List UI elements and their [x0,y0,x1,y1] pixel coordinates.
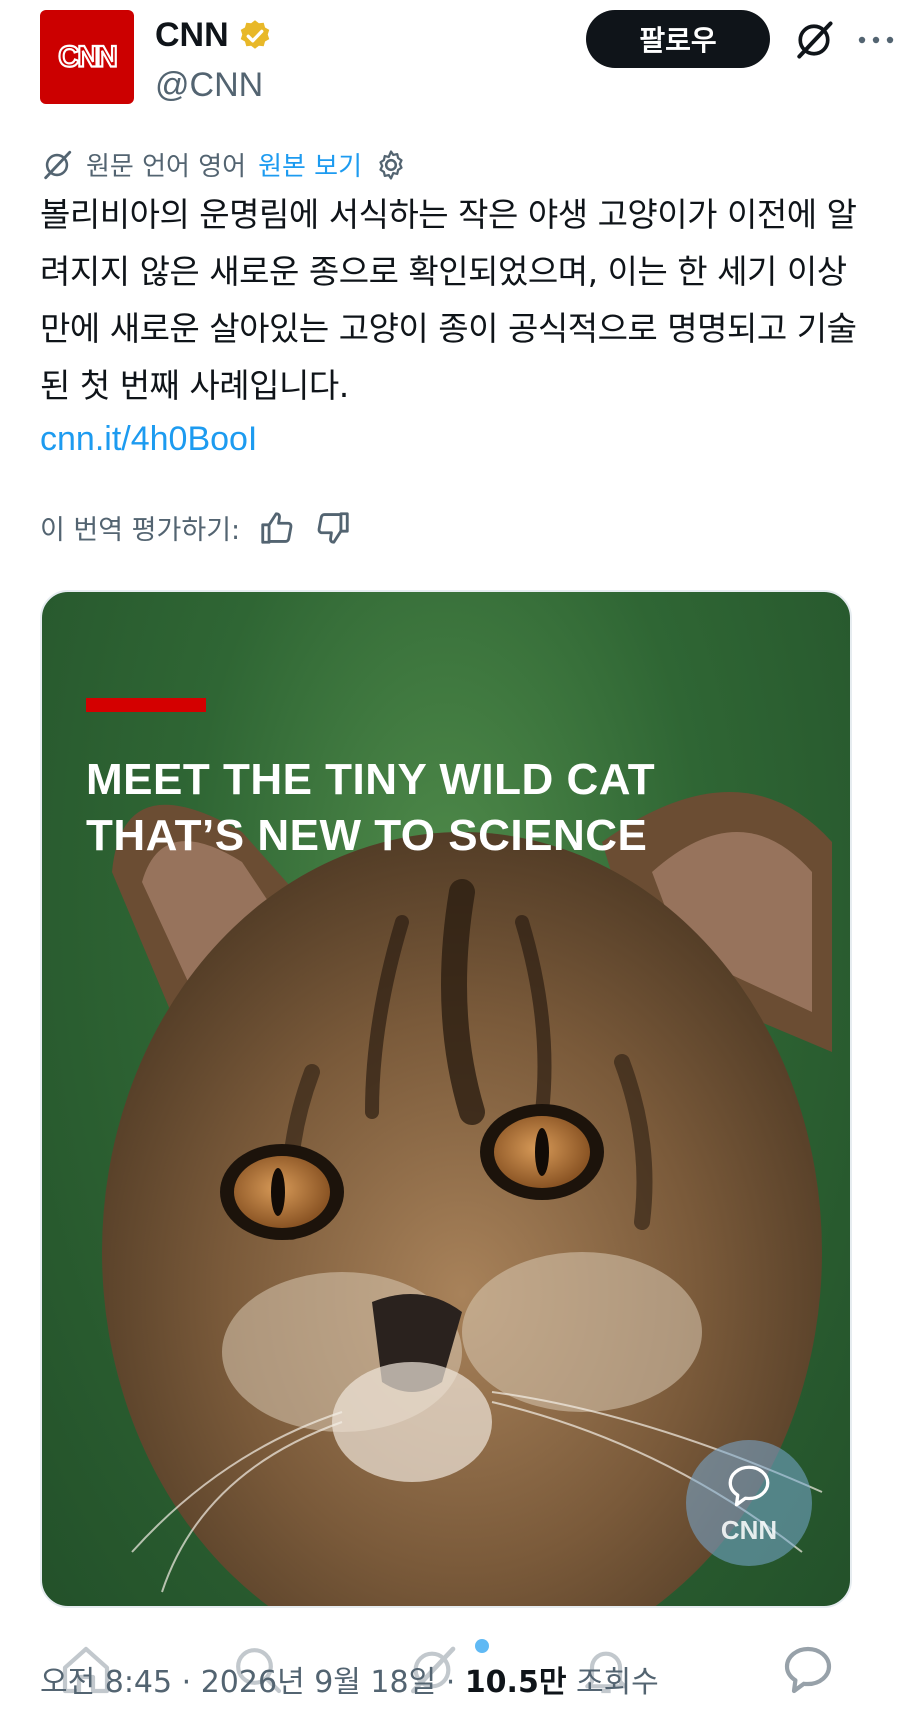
chat-bubble-icon [728,1465,770,1506]
translation-bar: 원문 언어 영어 원본 보기 [40,146,408,183]
avatar[interactable]: CNN [40,10,134,104]
verified-badge-icon [240,19,269,49]
messages-icon[interactable] [780,1642,836,1698]
post-meta: 오전 8:45 · 2026년 9월 18일 · 10.5만 조회수 [40,1665,659,1700]
follow-button[interactable]: 팔로우 [586,10,770,68]
display-name[interactable]: CNN [155,16,229,55]
media-headline: MEET THE TINY WILD CAT THAT’S NEW TO SCI… [86,752,826,864]
media-chat-overlay[interactable]: CNN [686,1440,812,1566]
thumbs-up-icon[interactable] [258,509,296,547]
post-text: 볼리비아의 운명림에 서식하는 작은 야생 고양이가 이전에 알려지지 않은 새… [40,195,857,405]
source-language-label: 원문 언어 영어 [86,152,247,182]
nav-notification-dot [475,1639,489,1653]
view-count: 10.5만 [464,1665,567,1700]
more-icon[interactable] [856,28,896,52]
grok-icon[interactable] [792,18,836,62]
rate-translation-label: 이 번역 평가하기: [40,515,241,546]
translate-icon [44,150,72,179]
headline-line-1: MEET THE TINY WILD CAT [86,755,656,804]
rate-translation: 이 번역 평가하기: [40,508,352,547]
post-date[interactable]: 2026년 9월 18일 [201,1665,436,1700]
headline-accent-bar [86,698,206,712]
svg-text:CNN: CNN [58,42,116,74]
view-label: 조회수 [575,1665,659,1700]
headline-line-2: THAT’S NEW TO SCIENCE [86,811,648,860]
cnn-logo-icon: CNN [57,41,119,75]
gear-icon[interactable] [374,148,408,182]
post-time[interactable]: 오전 8:45 [40,1665,172,1700]
name-row: CNN [155,16,273,55]
post-media-image[interactable]: MEET THE TINY WILD CAT THAT’S NEW TO SCI… [40,590,852,1608]
cnn-watermark: CNN [720,1514,778,1545]
show-original-link[interactable]: 원본 보기 [258,146,362,183]
thumbs-down-icon[interactable] [314,509,352,547]
post-header: CNN CNN @CNN 팔로우 [40,10,894,110]
post-link[interactable]: cnn.it/4h0BooI [40,420,257,459]
handle[interactable]: @CNN [155,66,263,105]
